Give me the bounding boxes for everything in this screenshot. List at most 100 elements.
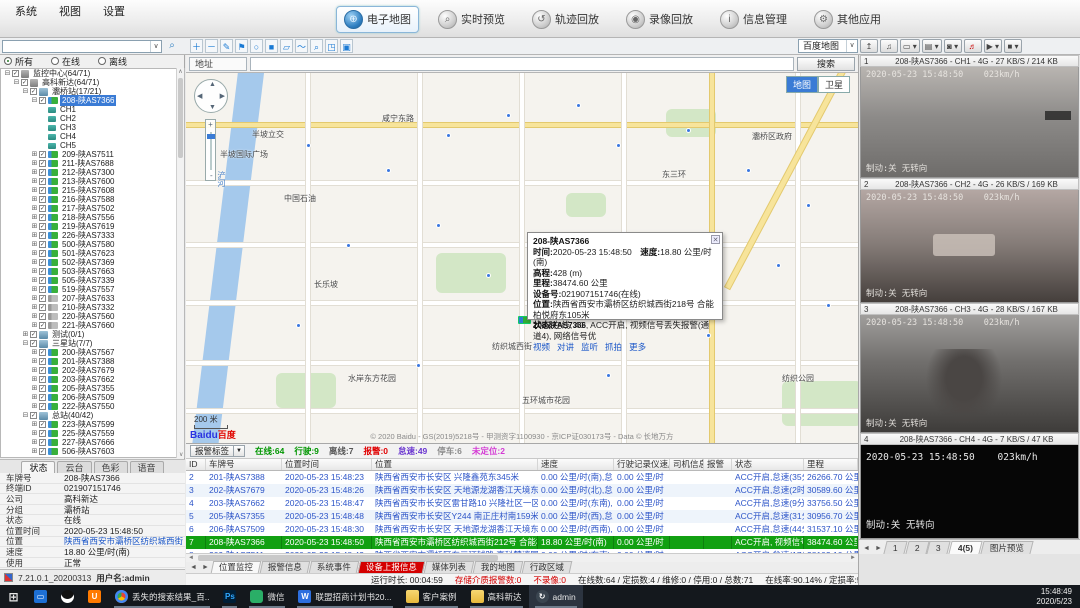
vehicle-tree[interactable]: ⊟✓监控中心(64/71)⊟✓高科新达(64/71)⊟✓灞桥站(17/21)⊟✓…	[0, 68, 185, 458]
nav-button-信息管理[interactable]: i信息管理	[712, 6, 795, 33]
taskbar-item-qq[interactable]	[54, 585, 81, 608]
radio-离线[interactable]: 离线	[98, 55, 127, 68]
checkbox-icon[interactable]: ✓	[39, 430, 46, 437]
checkbox-icon[interactable]: ✓	[39, 277, 46, 284]
chevron-down-icon[interactable]: ▼	[233, 446, 244, 456]
column-header-ID[interactable]: ID	[186, 459, 206, 470]
checkbox-icon[interactable]: ✓	[39, 367, 46, 374]
checkbox-icon[interactable]: ✓	[39, 304, 46, 311]
expand-icon[interactable]: ⊞	[31, 196, 38, 203]
video-page-tab-2[interactable]: 2	[905, 541, 929, 554]
taskbar-item-laptop[interactable]: ▭	[27, 585, 54, 608]
expand-icon[interactable]: ⊞	[31, 358, 38, 365]
mute-speaker-icon[interactable]: ♬	[964, 39, 982, 53]
pager-right-icon[interactable]: ►	[873, 543, 884, 554]
popup-link-视频[interactable]: 视频	[533, 342, 550, 352]
chevron-down-icon[interactable]: ∨	[846, 40, 857, 52]
checkbox-icon[interactable]: ✓	[39, 223, 46, 230]
zoom-out-icon[interactable]: －	[205, 39, 218, 53]
checkbox-icon[interactable]: ✓	[39, 97, 46, 104]
vehicle-search-combo[interactable]: ∨	[2, 40, 162, 53]
checkbox-icon[interactable]: ✓	[39, 250, 46, 257]
expand-icon[interactable]: ⊞	[31, 367, 38, 374]
zoom-thumb[interactable]	[207, 134, 215, 139]
expand-icon[interactable]: ⊞	[31, 214, 38, 221]
popup-link-更多[interactable]: 更多	[629, 342, 646, 352]
taskbar-item-丢失的搜索结果_百..[interactable]: 丢失的搜索结果_百..	[108, 585, 216, 608]
expand-icon[interactable]: ⊞	[31, 205, 38, 212]
checkbox-icon[interactable]: ✓	[39, 421, 46, 428]
table-row[interactable]: 6206-陕AS75092020-05-23 15:48:30陕西省西安市长安区…	[186, 523, 858, 536]
menu-item-设置[interactable]: 设置	[94, 2, 134, 16]
expand-icon[interactable]: ⊞	[31, 160, 38, 167]
poi-marker-icon[interactable]	[386, 168, 391, 173]
tabs-left-icon[interactable]: ◄	[188, 562, 199, 573]
checkbox-icon[interactable]: ✓	[39, 403, 46, 410]
play-icon[interactable]: ▶ ▾	[984, 39, 1002, 53]
mic-icon[interactable]: ♫	[880, 39, 898, 53]
checkbox-icon[interactable]: ✓	[39, 439, 46, 446]
checkbox-icon[interactable]: ✓	[39, 448, 46, 455]
poi-marker-icon[interactable]	[506, 113, 511, 118]
poi-marker-icon[interactable]	[616, 143, 621, 148]
expand-icon[interactable]: ⊞	[31, 313, 38, 320]
expand-icon[interactable]: ⊞	[31, 394, 38, 401]
video-frame[interactable]: 2020-05-23 15:48:50 023km/h制动:关 无转向	[860, 67, 1079, 178]
marker-flag-icon[interactable]: ⚑	[235, 39, 248, 53]
magnifier-icon[interactable]: ⌕	[310, 39, 323, 53]
menu-item-视图[interactable]: 视图	[50, 2, 90, 16]
column-header-速度[interactable]: 速度	[538, 459, 614, 470]
tree-item[interactable]: ⊞✓506-陕AS7603	[1, 447, 184, 456]
table-row[interactable]: 7208-陕AS73662020-05-23 15:48:50陕西省西安市灞桥区…	[186, 536, 858, 549]
video-frame[interactable]: 2020-05-23 15:48:50 023km/h制动:关 无转向	[860, 190, 1079, 303]
nav-button-轨迹回放[interactable]: ↺轨迹回放	[524, 6, 607, 33]
monitor-icon[interactable]: ▭ ▾	[900, 39, 920, 53]
polygon-select-icon[interactable]: ▱	[280, 39, 293, 53]
column-header-车牌号[interactable]: 车牌号	[206, 459, 282, 470]
alarm-tag-dropdown[interactable]: 报警标签▼	[190, 445, 245, 457]
map-type-地图[interactable]: 地图	[786, 76, 818, 93]
poi-marker-icon[interactable]	[746, 168, 751, 173]
checkbox-icon[interactable]: ✓	[39, 196, 46, 203]
table-body[interactable]: 2201-陕AS73882020-05-23 15:48:23陕西省西安市长安区…	[186, 471, 858, 553]
expand-icon[interactable]: ⊞	[31, 349, 38, 356]
tree-scrollbar[interactable]: ∧∨	[176, 68, 184, 458]
fullscreen-icon[interactable]: ◳	[325, 39, 338, 53]
map-zoom-slider[interactable]: +-	[205, 119, 216, 181]
tree-item[interactable]: CH4	[1, 132, 184, 141]
checkbox-icon[interactable]: ✓	[39, 259, 46, 266]
expand-icon[interactable]: ⊞	[31, 430, 38, 437]
checkbox-icon[interactable]: ✓	[39, 376, 46, 383]
poi-marker-icon[interactable]	[486, 273, 491, 278]
grid-tab-报警信息[interactable]: 报警信息	[260, 561, 311, 573]
snapshot-camera-icon[interactable]: ◙ ▾	[944, 39, 962, 53]
map-canvas[interactable]: 咸宁东路半坡立交半坡国际广场浐河中国石油长乐坡东三环灞桥区政府纺织城西街水岸东方…	[186, 73, 858, 443]
checkbox-icon[interactable]: ✓	[39, 322, 46, 329]
poi-marker-icon[interactable]	[416, 363, 421, 368]
checkbox-icon[interactable]: ✓	[39, 394, 46, 401]
checkbox-icon[interactable]: ✓	[39, 313, 46, 320]
radio-所有[interactable]: 所有	[4, 55, 33, 68]
grid-tab-我的地图[interactable]: 我的地图	[473, 561, 524, 573]
checkbox-icon[interactable]: ✓	[39, 268, 46, 275]
pan-up-icon[interactable]: ▲	[209, 81, 216, 88]
expand-icon[interactable]: ⊞	[31, 304, 38, 311]
pan-down-icon[interactable]: ▼	[209, 104, 216, 111]
address-search-button[interactable]: 搜索	[797, 57, 855, 71]
expand-icon[interactable]: ⊞	[31, 322, 38, 329]
expand-icon[interactable]: ⊞	[31, 376, 38, 383]
taskbar-item-windows[interactable]: ⊞	[0, 585, 27, 608]
expand-icon[interactable]: ⊞	[31, 448, 38, 455]
checkbox-icon[interactable]: ✓	[39, 169, 46, 176]
rect-select-icon[interactable]: ■	[265, 39, 278, 53]
expand-icon[interactable]: ⊞	[31, 178, 38, 185]
checkbox-icon[interactable]: ✓	[39, 232, 46, 239]
expand-icon[interactable]: ⊞	[31, 268, 38, 275]
grid-tab-位置监控[interactable]: 位置监控	[211, 561, 262, 573]
checkbox-icon[interactable]: ✓	[39, 295, 46, 302]
popup-link-抓拍[interactable]: 抓拍	[605, 342, 622, 352]
grid-tab-行政区域[interactable]: 行政区域	[522, 561, 573, 573]
checkbox-icon[interactable]: ✓	[12, 70, 19, 77]
radio-在线[interactable]: 在线	[51, 55, 80, 68]
column-header-里程[interactable]: 里程	[804, 459, 858, 470]
